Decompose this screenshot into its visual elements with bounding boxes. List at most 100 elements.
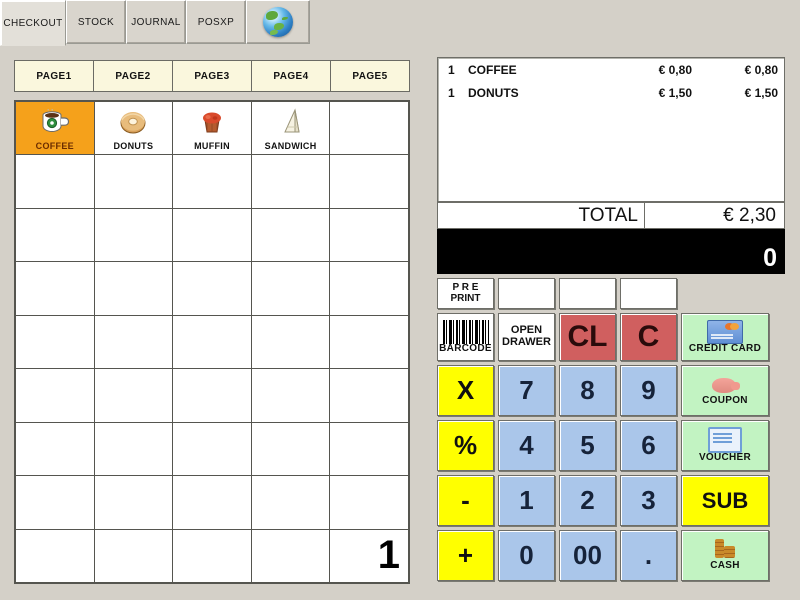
receipt-panel[interactable]: 1 COFFEE € 0,80 € 0,80 1 DONUTS € 1,50 €…	[437, 57, 785, 202]
key-blank[interactable]	[498, 278, 555, 309]
key-6[interactable]: 6	[620, 420, 677, 471]
product-tile-empty[interactable]	[173, 529, 251, 582]
key-4[interactable]: 4	[498, 420, 555, 471]
product-tile-empty[interactable]	[330, 422, 408, 476]
tab-posxp[interactable]: POSXP	[186, 0, 246, 44]
key-label: CL	[567, 320, 608, 354]
quantity-display-cell[interactable]: 1	[330, 529, 408, 582]
tab-journal[interactable]: JOURNAL	[126, 0, 186, 44]
product-tile-empty[interactable]	[251, 208, 330, 262]
coffee-cup-icon	[16, 102, 94, 141]
product-tile-empty[interactable]	[173, 155, 251, 208]
product-tile-empty[interactable]	[251, 262, 330, 315]
key-blank[interactable]	[559, 278, 616, 309]
key-7[interactable]: 7	[498, 365, 555, 416]
key-blank[interactable]: .	[620, 530, 677, 581]
numeric-display-value: 0	[763, 244, 777, 272]
key-9[interactable]: 9	[620, 365, 677, 416]
page-button-2[interactable]: PAGE2	[94, 61, 173, 91]
key-5[interactable]: 5	[559, 420, 616, 471]
product-tile-empty[interactable]	[173, 369, 251, 422]
product-tile-empty[interactable]	[251, 315, 330, 369]
product-tile-empty[interactable]	[173, 208, 251, 262]
key-00[interactable]: 00	[559, 530, 616, 581]
key--[interactable]: -	[437, 475, 494, 526]
tab-stock[interactable]: STOCK	[66, 0, 126, 44]
product-tile-empty[interactable]	[251, 476, 330, 529]
product-tile-empty[interactable]	[251, 155, 330, 208]
key-open[interactable]: OPEN DRAWER	[498, 313, 555, 361]
key-blank[interactable]: +	[437, 530, 494, 581]
key-blank[interactable]	[620, 278, 677, 309]
product-tile-empty[interactable]	[94, 208, 173, 262]
key-coupon[interactable]: COUPON	[681, 365, 769, 416]
product-tile-empty[interactable]	[94, 262, 173, 315]
product-tile-empty[interactable]	[16, 315, 94, 369]
product-tile-empty[interactable]	[330, 102, 408, 155]
page-button-3[interactable]: PAGE3	[173, 61, 252, 91]
key-3[interactable]: 3	[620, 475, 677, 526]
key-label: SUB	[701, 487, 749, 513]
product-tile-empty[interactable]	[16, 262, 94, 315]
key-cl[interactable]: CL	[559, 313, 616, 361]
receipt-item-name: COFFEE	[468, 62, 517, 77]
product-tile-empty[interactable]	[16, 422, 94, 476]
receipt-row[interactable]: 1 DONUTS € 1,50 € 1,50	[438, 81, 784, 104]
key-0[interactable]: 0	[498, 530, 555, 581]
receipt-unit-price: € 0,80	[658, 62, 692, 77]
product-tile-empty[interactable]	[94, 476, 173, 529]
product-tile-empty[interactable]	[330, 476, 408, 529]
product-tile-empty[interactable]	[330, 315, 408, 369]
key-cash[interactable]: CASH	[681, 530, 769, 581]
page-button-5[interactable]: PAGE5	[331, 61, 409, 91]
product-tile-empty[interactable]	[173, 422, 251, 476]
product-tile-empty[interactable]	[16, 369, 94, 422]
product-tile-empty[interactable]	[94, 369, 173, 422]
receipt-row[interactable]: 1 COFFEE € 0,80 € 0,80	[438, 58, 784, 81]
product-tile-empty[interactable]	[16, 529, 94, 582]
product-tile-empty[interactable]	[94, 155, 173, 208]
numeric-display: 0	[437, 229, 785, 274]
product-tile-coffee[interactable]: COFFEE	[16, 102, 94, 155]
product-tile-empty[interactable]	[330, 369, 408, 422]
tab-stock-label: STOCK	[77, 16, 115, 28]
product-tile-empty[interactable]	[94, 422, 173, 476]
product-tile-empty[interactable]	[330, 155, 408, 208]
product-tile-empty[interactable]	[173, 262, 251, 315]
key-1[interactable]: 1	[498, 475, 555, 526]
key-voucher[interactable]: VOUCHER	[681, 420, 769, 471]
key-sub[interactable]: SUB	[681, 475, 769, 526]
product-tile-empty[interactable]	[251, 529, 330, 582]
receipt-item-name: DONUTS	[468, 85, 519, 100]
tab-globe[interactable]	[246, 0, 310, 44]
product-tile-empty[interactable]	[16, 476, 94, 529]
key-credit-card[interactable]: CREDIT CARD	[681, 313, 769, 361]
product-tile-empty[interactable]	[94, 529, 173, 582]
product-tile-empty[interactable]	[94, 315, 173, 369]
product-tile-empty[interactable]	[330, 262, 408, 315]
key-x[interactable]: X	[437, 365, 494, 416]
key-8[interactable]: 8	[559, 365, 616, 416]
key-label: 7	[519, 374, 534, 405]
product-tile-donuts[interactable]: DONUTS	[94, 102, 173, 155]
key-2[interactable]: 2	[559, 475, 616, 526]
receipt-qty: 1	[448, 62, 455, 77]
product-tile-empty[interactable]	[173, 476, 251, 529]
product-tile-empty[interactable]	[173, 315, 251, 369]
product-tile-empty[interactable]	[330, 208, 408, 262]
page-button-1[interactable]: PAGE1	[15, 61, 94, 91]
key-barcode[interactable]: BARCODE	[437, 313, 494, 361]
product-tile-sandwich[interactable]: SANDWICH	[251, 102, 330, 155]
tab-checkout[interactable]: CHECKOUT	[0, 0, 66, 46]
product-tile-empty[interactable]	[16, 208, 94, 262]
key-label: 00	[573, 539, 602, 570]
key-p-r-e-print[interactable]: P R E PRINT	[437, 278, 494, 309]
key-blank[interactable]: %	[437, 420, 494, 471]
product-tile-empty[interactable]	[16, 155, 94, 208]
product-tile-muffin[interactable]: MUFFIN	[173, 102, 251, 155]
page-button-4[interactable]: PAGE4	[252, 61, 331, 91]
key-label: -	[461, 484, 470, 515]
product-tile-empty[interactable]	[251, 369, 330, 422]
key-c[interactable]: C	[620, 313, 677, 361]
product-tile-empty[interactable]	[251, 422, 330, 476]
